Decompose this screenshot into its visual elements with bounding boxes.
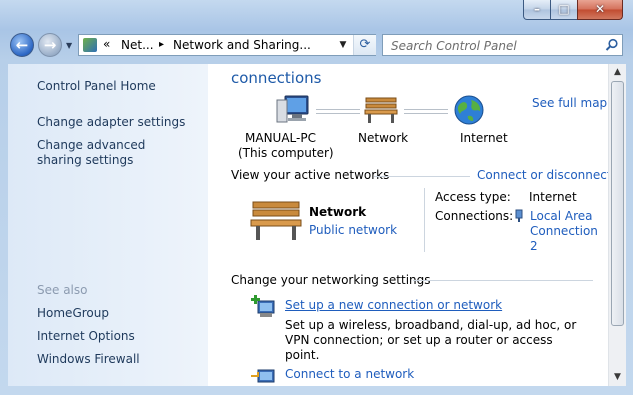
connector-line bbox=[404, 109, 448, 114]
setup-new-connection-desc: Set up a wireless, broadband, dial-up, a… bbox=[285, 318, 577, 362]
breadcrumb-network[interactable]: Net... bbox=[121, 38, 154, 52]
public-network-bench-icon bbox=[250, 201, 302, 240]
see-also-heading: See also bbox=[37, 283, 88, 297]
refresh-button[interactable]: ⟳ bbox=[353, 35, 376, 55]
sidebar-change-adapter-settings[interactable]: Change adapter settings bbox=[37, 115, 185, 130]
address-bar[interactable]: « Net... ▸ Network and Sharing... ▼ ⟳ bbox=[78, 34, 376, 56]
sidebar-homegroup[interactable]: HomeGroup bbox=[37, 306, 109, 321]
arrow-left-icon: ← bbox=[15, 36, 29, 54]
scrollbar-thumb[interactable] bbox=[611, 81, 624, 326]
access-type-label: Access type: bbox=[435, 190, 511, 204]
close-button[interactable]: ✕ bbox=[577, 0, 623, 20]
sidebar: Control Panel Home Change adapter settin… bbox=[8, 64, 208, 386]
ethernet-icon bbox=[515, 209, 523, 222]
vertical-scrollbar[interactable]: ▲ ▼ bbox=[608, 64, 626, 386]
setup-new-connection-link[interactable]: Set up a new connection or network bbox=[285, 298, 502, 312]
breadcrumb-separator-icon[interactable]: ▸ bbox=[159, 39, 164, 50]
maximize-button[interactable]: □ bbox=[550, 0, 578, 20]
maximize-icon: □ bbox=[558, 2, 570, 16]
close-icon: ✕ bbox=[594, 2, 606, 16]
local-area-connection-link[interactable]: Local Area Connection 2 bbox=[530, 209, 600, 254]
vertical-divider bbox=[424, 188, 425, 252]
networking-settings-heading: Change your networking settings bbox=[231, 273, 431, 287]
network-name: Network bbox=[309, 205, 367, 219]
connections-label: Connections: bbox=[435, 209, 514, 223]
globe-icon bbox=[454, 95, 484, 125]
node-label-internet: Internet bbox=[460, 131, 508, 145]
node-sub-computer: (This computer) bbox=[238, 146, 334, 160]
control-panel-icon bbox=[83, 38, 97, 52]
access-type-value: Internet bbox=[529, 190, 577, 204]
recent-pages-dropdown[interactable]: ▼ bbox=[66, 41, 74, 50]
bench-icon bbox=[364, 97, 398, 123]
connect-or-disconnect-link[interactable]: Connect or disconnect bbox=[477, 168, 612, 182]
breadcrumb-network-sharing[interactable]: Network and Sharing... bbox=[173, 38, 311, 52]
main-content: connections MANUAL-PC (This computer) Ne… bbox=[208, 64, 612, 386]
search-box[interactable] bbox=[382, 34, 623, 56]
active-networks-heading: View your active networks bbox=[231, 168, 390, 182]
see-full-map-link[interactable]: See full map bbox=[532, 96, 607, 110]
connect-to-network-icon bbox=[251, 369, 275, 383]
connector-line bbox=[316, 109, 360, 114]
node-label-computer: MANUAL-PC bbox=[245, 131, 316, 145]
sidebar-control-panel-home[interactable]: Control Panel Home bbox=[37, 79, 156, 94]
computer-icon bbox=[276, 95, 309, 123]
connect-to-network-link[interactable]: Connect to a network bbox=[285, 367, 414, 381]
arrow-right-icon: → bbox=[43, 36, 57, 54]
forward-button[interactable]: → bbox=[38, 33, 62, 57]
page-heading: connections bbox=[231, 69, 322, 87]
sidebar-internet-options[interactable]: Internet Options bbox=[37, 329, 135, 344]
minimize-icon: – bbox=[534, 2, 540, 16]
network-type-link[interactable]: Public network bbox=[309, 223, 397, 237]
section-divider bbox=[374, 176, 470, 177]
sidebar-change-advanced-sharing[interactable]: Change advanced sharing settings bbox=[37, 138, 187, 168]
sidebar-windows-firewall[interactable]: Windows Firewall bbox=[37, 352, 140, 367]
search-icon[interactable] bbox=[605, 38, 619, 52]
section-divider bbox=[413, 280, 593, 281]
scroll-down-icon[interactable]: ▼ bbox=[609, 369, 626, 386]
overflow-chevron[interactable]: « bbox=[103, 37, 110, 51]
node-label-network: Network bbox=[358, 131, 409, 145]
search-input[interactable] bbox=[389, 37, 593, 55]
address-dropdown-icon[interactable]: ▼ bbox=[335, 37, 351, 53]
back-button[interactable]: ← bbox=[10, 33, 34, 57]
new-connection-icon bbox=[251, 295, 275, 317]
minimize-button[interactable]: – bbox=[523, 0, 551, 20]
scroll-up-icon[interactable]: ▲ bbox=[609, 64, 626, 81]
